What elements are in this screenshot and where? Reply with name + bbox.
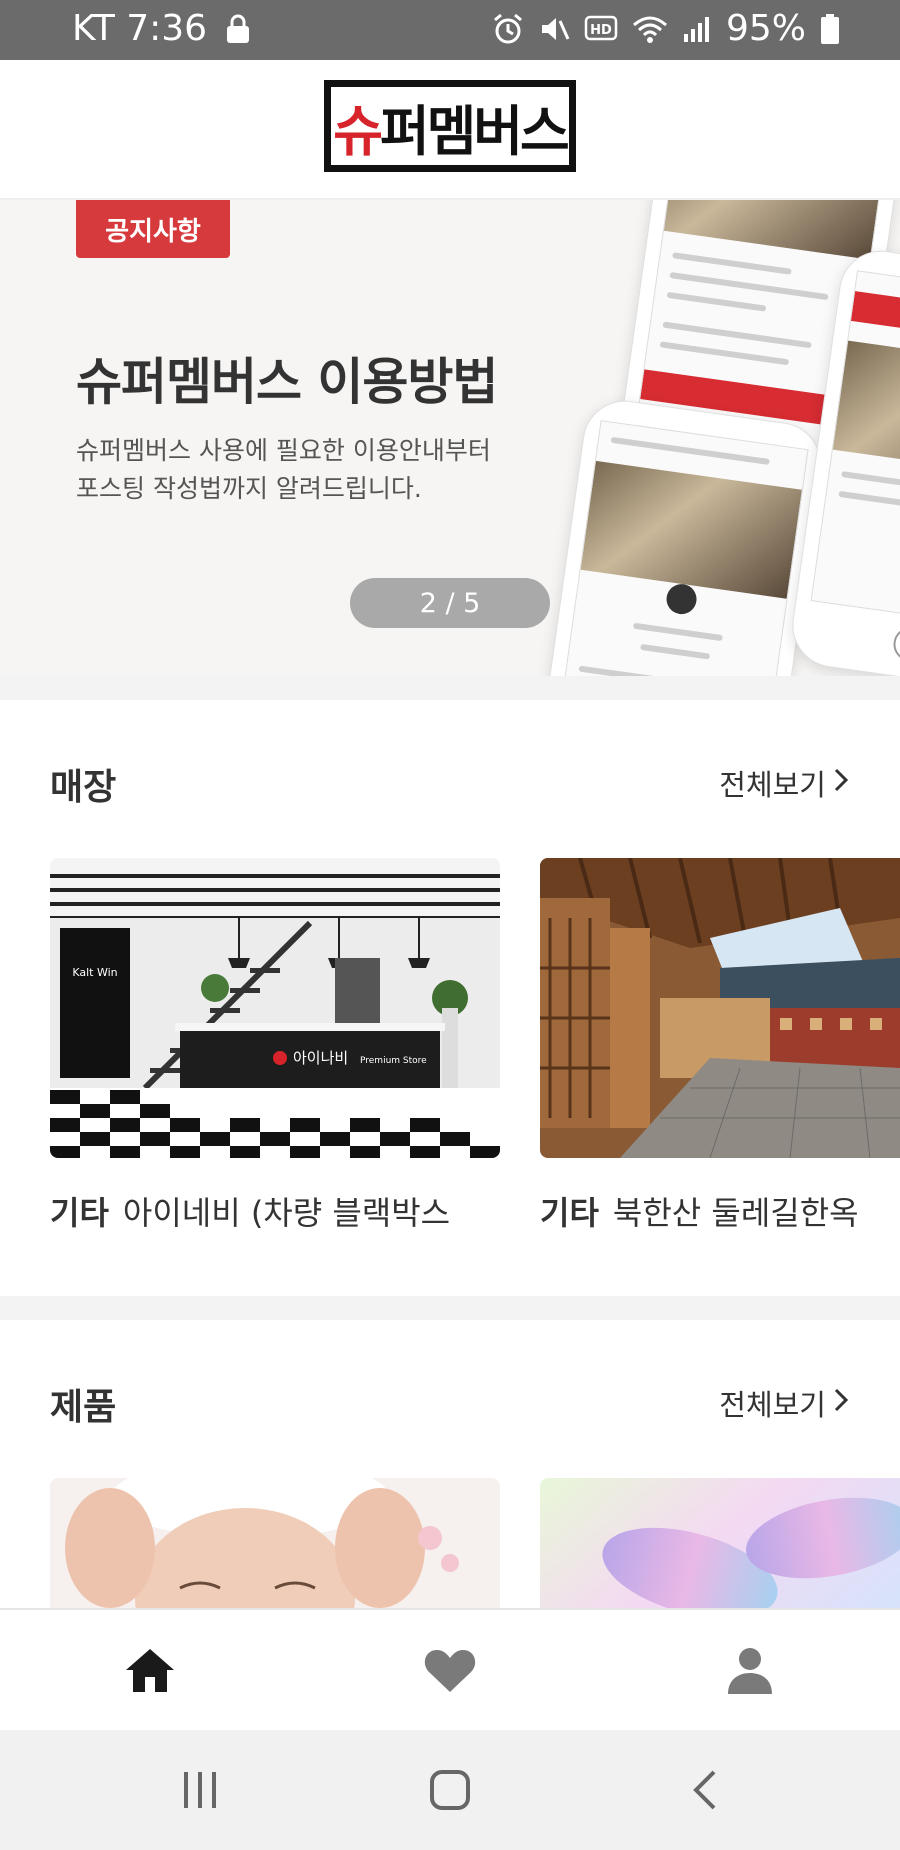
mute-icon bbox=[538, 13, 570, 45]
logo-text: 슈퍼멤버스 bbox=[333, 99, 569, 163]
home-icon[interactable] bbox=[120, 1640, 180, 1700]
bottom-nav bbox=[0, 1608, 900, 1730]
recent-apps-icon[interactable] bbox=[170, 1760, 230, 1820]
section-divider bbox=[0, 1296, 900, 1320]
lock-icon bbox=[225, 14, 251, 44]
products-see-all-link[interactable]: 전체보기 bbox=[719, 1382, 850, 1424]
products-title: 제품 bbox=[50, 1387, 117, 1428]
store-name: 북한산 둘레길한옥 bbox=[612, 1194, 859, 1232]
battery-level: 95% bbox=[725, 8, 806, 49]
home-button-icon[interactable] bbox=[420, 1760, 480, 1820]
store-card-label[interactable]: 기타 아이네비 (차량 블랙박스 bbox=[50, 1188, 500, 1234]
person-icon[interactable] bbox=[720, 1640, 780, 1700]
store-card-image[interactable] bbox=[540, 858, 900, 1158]
banner-title: 슈퍼멤버스 이용방법 bbox=[76, 353, 498, 411]
store-category: 기타 bbox=[50, 1194, 109, 1232]
phone-mockup-image bbox=[533, 395, 827, 676]
banner-pager: 2 / 5 bbox=[350, 578, 550, 628]
brand-logo[interactable]: 슈퍼멤버스 bbox=[324, 80, 576, 172]
status-bar: KT 7:36 HD 95% bbox=[0, 0, 900, 60]
svg-text:HD: HD bbox=[590, 23, 612, 38]
notice-banner[interactable]: 공지사항 슈퍼멤버스 이용방법 슈퍼멤버스 사용에 필요한 이용안내부터 포스팅… bbox=[0, 200, 900, 676]
see-all-label: 전체보기 bbox=[719, 768, 826, 802]
hd-icon: HD bbox=[584, 14, 618, 44]
svg-text:아이나비: 아이나비 bbox=[293, 1049, 348, 1067]
stores-title: 매장 bbox=[50, 767, 117, 808]
system-nav-bar bbox=[0, 1730, 900, 1850]
chevron-right-icon bbox=[832, 1386, 850, 1421]
chevron-right-icon bbox=[832, 766, 850, 801]
battery-icon bbox=[820, 13, 840, 45]
app-header: 슈퍼멤버스 bbox=[0, 60, 900, 200]
product-card-image[interactable] bbox=[50, 1478, 500, 1608]
back-icon[interactable] bbox=[675, 1760, 735, 1820]
stores-see-all-link[interactable]: 전체보기 bbox=[719, 762, 850, 804]
heart-icon[interactable] bbox=[420, 1640, 480, 1700]
products-section: 제품 전체보기 bbox=[0, 1320, 900, 1608]
store-card-label[interactable]: 기타 북한산 둘레길한옥 bbox=[540, 1188, 900, 1234]
svg-text:Kalt Win: Kalt Win bbox=[72, 966, 117, 979]
product-card-image[interactable] bbox=[540, 1478, 900, 1608]
stores-section: 매장 전체보기 Kalt Win 아이나비 Premium Store 기타 아… bbox=[0, 700, 900, 1296]
store-category: 기타 bbox=[540, 1194, 599, 1232]
svg-text:Premium Store: Premium Store bbox=[360, 1056, 427, 1066]
signal-icon bbox=[682, 14, 712, 44]
notice-badge: 공지사항 bbox=[76, 200, 230, 258]
store-card-image[interactable]: Kalt Win 아이나비 Premium Store bbox=[50, 858, 500, 1158]
store-name: 아이네비 (차량 블랙박스 bbox=[122, 1194, 451, 1232]
banner-description: 슈퍼멤버스 사용에 필요한 이용안내부터 포스팅 작성법까지 알려드립니다. bbox=[76, 436, 491, 503]
see-all-label: 전체보기 bbox=[719, 1388, 826, 1422]
alarm-icon bbox=[492, 13, 524, 45]
carrier-time: KT 7:36 bbox=[72, 8, 208, 49]
wifi-icon bbox=[632, 14, 668, 44]
section-divider bbox=[0, 676, 900, 700]
